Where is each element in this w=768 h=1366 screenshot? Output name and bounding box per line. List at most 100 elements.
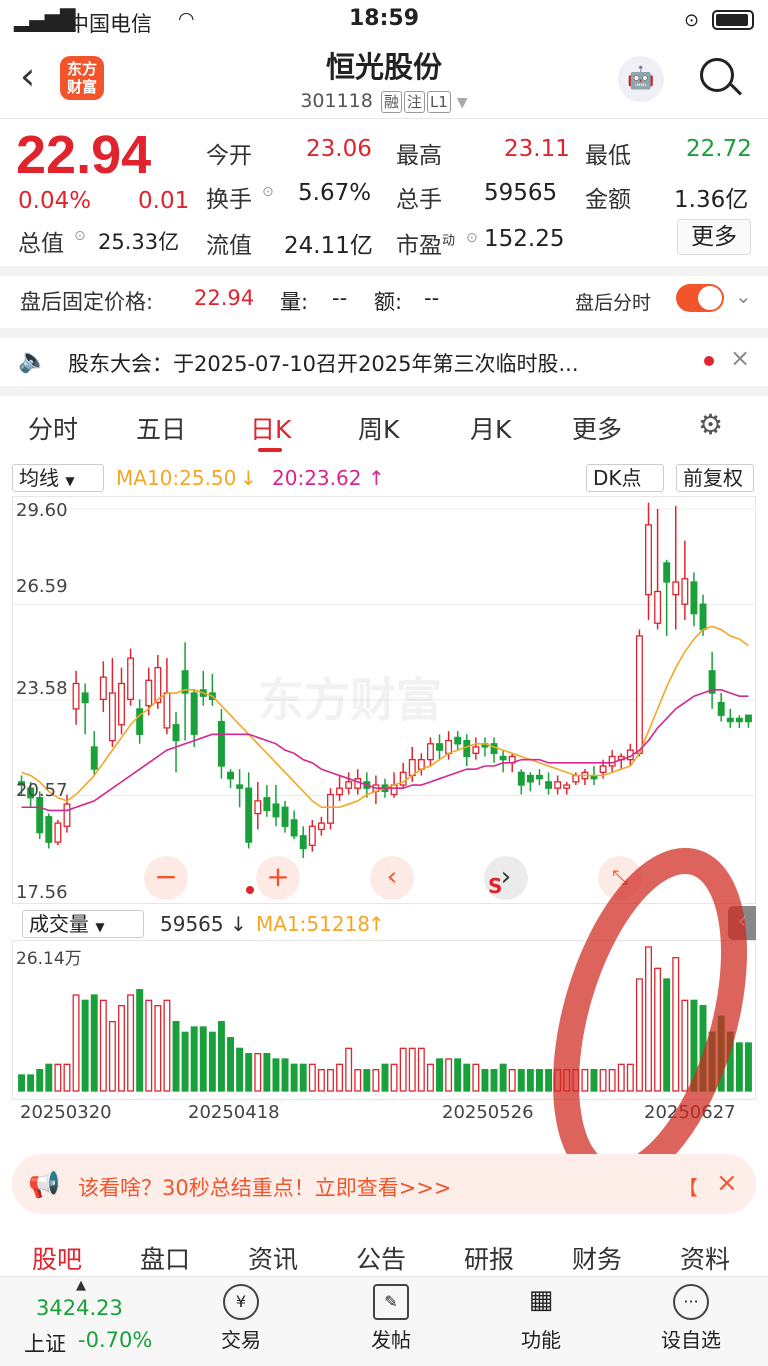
candle-body (99, 676, 107, 701)
assistant-robot-icon[interactable]: 🤖 (618, 56, 664, 102)
volume-bar (526, 1069, 534, 1092)
volume-select-label: 成交量 (29, 912, 89, 936)
dropdown-icon[interactable]: ▼ (457, 95, 468, 111)
tab-more[interactable]: 更多 (572, 410, 622, 446)
add-watchlist-icon: ··· (673, 1284, 709, 1320)
volume-bar (372, 1069, 380, 1092)
volume-bar (363, 1069, 371, 1092)
total-value: 25.33亿 (98, 230, 180, 254)
nav-trade[interactable]: ¥ 交易 (196, 1284, 286, 1353)
volume-bar (54, 1063, 62, 1092)
candle-body (299, 835, 307, 850)
watermark: 东方财富 (258, 673, 442, 727)
tab-research[interactable]: 研报 (464, 1240, 514, 1276)
tab-pankou[interactable]: 盘口 (140, 1240, 190, 1276)
volume-bar (217, 1021, 225, 1092)
candle-body (499, 755, 507, 761)
settings-icon[interactable]: ⚙ (698, 408, 723, 441)
info-icon[interactable]: ⊙ (262, 184, 274, 200)
zoom-out-button[interactable]: − (144, 856, 188, 900)
volume-ma: MA1:51218 (256, 912, 371, 936)
candle-body (54, 822, 62, 843)
y-tick: 17.56 (16, 882, 68, 903)
notice-text[interactable]: 股东大会：于2025-07-10召开2025年第三次临时股... (68, 348, 579, 378)
promo-text[interactable]: 该看啥？30秒总结重点！立即查看>>> (78, 1172, 452, 1202)
volume-bar (227, 1037, 234, 1092)
nav-add-watchlist-label: 设自选 (661, 1328, 721, 1352)
info-icon[interactable]: ⊙ (466, 230, 478, 246)
adjust-button[interactable]: 前复权 (676, 464, 754, 492)
change-pct: 0.04% (18, 188, 92, 214)
candle-body (554, 781, 562, 789)
candle-body (436, 743, 443, 751)
open-label: 今开 (206, 143, 252, 169)
more-quote-button[interactable]: 更多 (677, 219, 751, 255)
nav-post[interactable]: ✎ 发帖 (346, 1284, 436, 1353)
candle-body (36, 797, 44, 834)
candle-body (445, 739, 453, 754)
y-tick: 20.57 (16, 780, 68, 801)
divider (0, 266, 768, 276)
volume-bar (354, 1069, 362, 1092)
tag-margin: 融 (380, 91, 402, 113)
chevron-down-icon[interactable]: ⌄ (735, 284, 752, 308)
tab-news[interactable]: 资讯 (248, 1240, 298, 1276)
close-icon[interactable]: × (730, 344, 750, 372)
candle-body (744, 714, 752, 723)
zoom-in-button[interactable]: + (256, 856, 300, 900)
tab-announcements[interactable]: 公告 (356, 1240, 406, 1276)
volume-bar (127, 994, 135, 1092)
tab-profile[interactable]: 资料 (680, 1240, 730, 1276)
info-icon[interactable]: ⊙ (74, 228, 86, 244)
volume-bar (36, 1069, 44, 1092)
tab-monthly-k[interactable]: 月K (470, 410, 511, 446)
search-icon[interactable] (700, 58, 734, 92)
volume-select[interactable]: 成交量 ▼ (22, 910, 144, 938)
tab-daily-k[interactable]: 日K (250, 410, 291, 446)
tab-guba[interactable]: 股吧 (32, 1240, 82, 1276)
nav-functions[interactable]: ▦ 功能 (496, 1284, 586, 1353)
volume-bar (145, 999, 153, 1092)
turnover-label: 换手 (206, 187, 252, 213)
dk-point-button[interactable]: DK点 (586, 464, 664, 492)
candle-body (290, 819, 298, 837)
speaker-icon: 🔈 (18, 346, 48, 374)
turnover-value: 5.67% (298, 180, 372, 206)
volume-bar (381, 1063, 389, 1092)
volume-bar (490, 1069, 498, 1092)
high-label: 最高 (396, 143, 442, 169)
volume-bar (236, 1047, 244, 1092)
close-icon[interactable]: × (716, 1168, 738, 1198)
candle-body (408, 758, 416, 777)
change-amount: 0.01 (138, 188, 190, 214)
candle-body (163, 692, 171, 729)
tab-finance[interactable]: 财务 (572, 1240, 622, 1276)
candle-body (426, 743, 434, 761)
index-value[interactable]: 3424.23 (36, 1296, 123, 1320)
low-label: 最低 (585, 143, 631, 169)
ma-select[interactable]: 均线 ▼ (12, 464, 104, 492)
nav-post-label: 发帖 (371, 1328, 411, 1352)
volume-bar (436, 1058, 443, 1092)
ma-select-label: 均线 (19, 466, 59, 490)
candle-body (635, 635, 643, 754)
nav-add-watchlist[interactable]: ··· 设自选 (646, 1284, 736, 1353)
volume-bar (72, 994, 80, 1092)
candle-body (536, 774, 543, 780)
tag-level: L1 (426, 91, 451, 113)
scroll-left-button[interactable]: ‹ (370, 856, 414, 900)
nav-functions-label: 功能 (521, 1328, 561, 1352)
volume-bar (345, 1047, 353, 1092)
tab-weekly-k[interactable]: 周K (358, 410, 399, 446)
candle-body (190, 692, 198, 735)
tab-five-day[interactable]: 五日 (136, 410, 186, 446)
tab-intraday[interactable]: 分时 (28, 410, 78, 446)
candle-body (472, 746, 480, 754)
total-value-label: 总值 (18, 231, 64, 257)
volume-bar (99, 999, 107, 1092)
dk-label: DK点 (593, 466, 642, 490)
tab-indicator (258, 448, 282, 452)
after-hours-toggle[interactable] (676, 284, 724, 312)
pe-label-text: 市盈 (396, 233, 442, 259)
y-tick: 23.58 (16, 678, 68, 699)
